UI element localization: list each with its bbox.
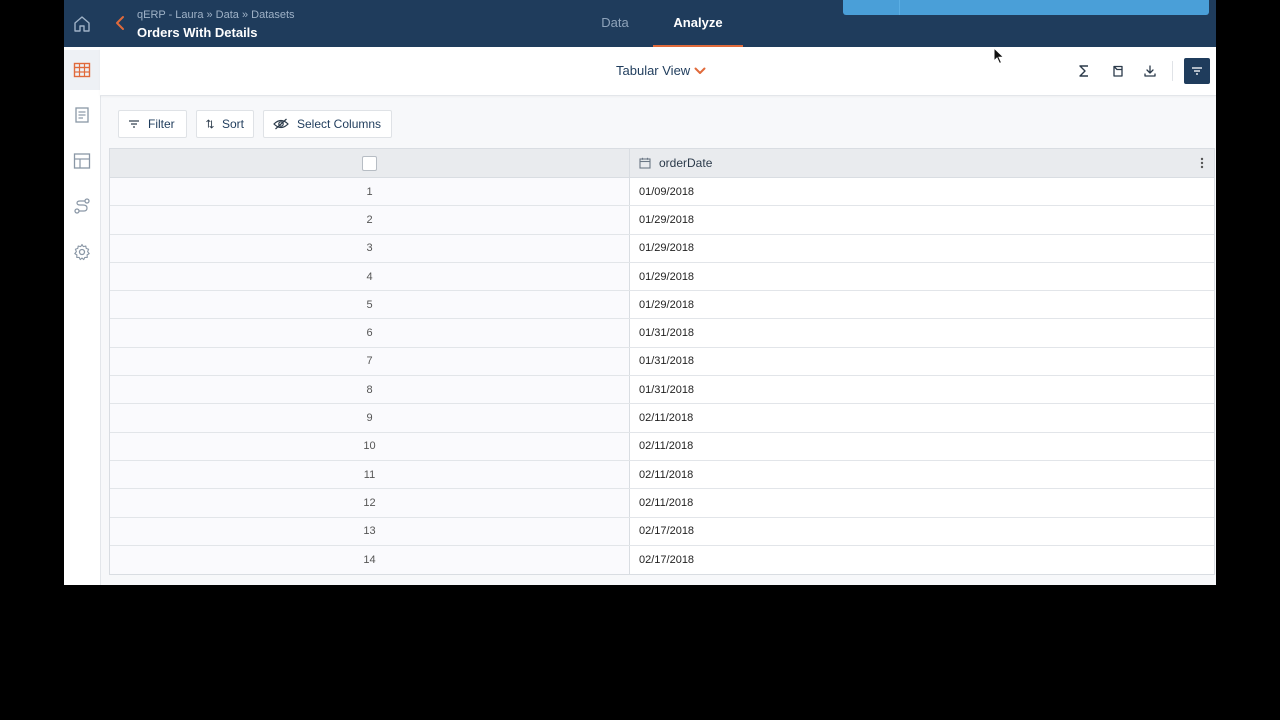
eye-off-icon — [273, 118, 289, 130]
select-columns-label: Select Columns — [297, 117, 382, 131]
row-number: 11 — [110, 460, 630, 489]
row-number: 13 — [110, 517, 630, 545]
document-icon — [75, 107, 89, 123]
row-number: 2 — [110, 206, 630, 234]
select-columns-button[interactable]: Select Columns — [263, 110, 392, 138]
order-date-cell[interactable]: 01/09/2018 — [639, 178, 694, 205]
table-row[interactable]: 6 01/31/2018 — [110, 319, 1214, 348]
row-number: 12 — [110, 489, 630, 517]
rail-item-settings[interactable] — [64, 232, 100, 272]
table-row[interactable]: 13 02/17/2018 — [110, 517, 1214, 546]
filter-panel-button[interactable] — [1184, 58, 1210, 84]
order-date-cell[interactable]: 02/11/2018 — [639, 461, 693, 488]
mouse-cursor-icon — [993, 47, 1005, 65]
app-window: qERP - Laura » Data » Datasets Orders Wi… — [64, 0, 1216, 585]
column-menu-button[interactable] — [1196, 155, 1208, 171]
table-row[interactable]: 12 02/11/2018 — [110, 489, 1214, 518]
sort-button-label: Sort — [221, 117, 244, 131]
table-row[interactable]: 5 01/29/2018 — [110, 291, 1214, 320]
download-icon — [1144, 65, 1156, 77]
order-date-cell[interactable]: 02/11/2018 — [639, 433, 693, 460]
filter-panel-icon — [1192, 67, 1202, 75]
order-date-cell[interactable]: 01/29/2018 — [639, 235, 694, 262]
table-row[interactable]: 14 02/17/2018 — [110, 545, 1214, 575]
table-row[interactable]: 1 01/09/2018 — [110, 178, 1214, 207]
order-date-cell[interactable]: 01/31/2018 — [639, 319, 694, 346]
row-number: 5 — [110, 291, 630, 319]
tab-data[interactable]: Data — [587, 0, 643, 47]
flow-icon — [74, 198, 90, 214]
order-date-cell[interactable]: 02/17/2018 — [639, 518, 694, 545]
view-selector-label: Tabular View — [616, 63, 691, 78]
table-row[interactable]: 10 02/11/2018 — [110, 432, 1214, 461]
table-row[interactable]: 3 01/29/2018 — [110, 234, 1214, 263]
order-date-cell[interactable]: 02/11/2018 — [639, 404, 693, 431]
sort-button[interactable]: Sort — [196, 110, 254, 138]
row-number: 9 — [110, 404, 630, 432]
sigma-icon — [1079, 65, 1088, 77]
rail-item-flow[interactable] — [64, 186, 100, 226]
filter-icon — [129, 120, 139, 128]
row-number: 1 — [110, 178, 630, 206]
sort-icon — [206, 119, 214, 129]
order-date-cell[interactable]: 01/29/2018 — [639, 291, 694, 318]
breadcrumb[interactable]: qERP - Laura » Data » Datasets — [137, 9, 295, 21]
view-header: Tabular View — [100, 47, 1216, 96]
row-number: 14 — [110, 545, 630, 575]
table-icon — [73, 62, 91, 78]
dataset-title: Orders With Details — [137, 25, 258, 40]
order-date-cell[interactable]: 01/29/2018 — [639, 263, 694, 290]
table-row[interactable]: 4 01/29/2018 — [110, 262, 1214, 292]
filter-button[interactable]: Filter — [118, 110, 187, 138]
row-number: 8 — [110, 376, 630, 404]
rail-item-layout[interactable] — [64, 141, 100, 181]
home-button[interactable] — [64, 0, 100, 47]
table-row[interactable]: 2 01/29/2018 — [110, 206, 1214, 235]
back-button[interactable] — [112, 13, 128, 33]
row-number-header — [110, 149, 630, 177]
sum-button[interactable] — [1074, 61, 1094, 81]
row-number: 6 — [110, 319, 630, 347]
filter-button-label: Filter — [148, 117, 175, 131]
column-header-orderdate[interactable]: orderDate — [630, 149, 1214, 177]
save-view-button[interactable] — [1108, 61, 1128, 81]
table-row[interactable]: 9 02/11/2018 — [110, 404, 1214, 433]
home-icon — [74, 15, 90, 32]
chevron-down-icon — [694, 67, 706, 74]
order-date-cell[interactable]: 02/17/2018 — [639, 546, 694, 574]
gear-icon — [74, 243, 90, 261]
toolbar-divider — [1172, 61, 1173, 81]
bookmark-icon — [1113, 65, 1123, 77]
left-rail — [64, 0, 101, 585]
table-row[interactable]: 11 02/11/2018 — [110, 460, 1214, 490]
order-date-cell[interactable]: 01/31/2018 — [639, 376, 694, 403]
top-nav-bar: qERP - Laura » Data » Datasets Orders Wi… — [100, 0, 1216, 47]
order-date-cell[interactable]: 02/11/2018 — [639, 489, 693, 516]
column-header-label: orderDate — [659, 156, 713, 170]
order-date-cell[interactable]: 01/29/2018 — [639, 206, 694, 233]
table-row[interactable]: 8 01/31/2018 — [110, 376, 1214, 405]
row-number: 10 — [110, 432, 630, 460]
view-selector[interactable]: Tabular View — [616, 63, 706, 78]
order-date-cell[interactable]: 01/31/2018 — [639, 348, 694, 375]
rail-item-table[interactable] — [64, 50, 100, 90]
banner-divider — [899, 0, 900, 15]
chevron-left-icon — [116, 16, 124, 30]
kebab-menu-icon — [1200, 157, 1204, 169]
notification-banner[interactable] — [843, 0, 1209, 15]
tab-analyze[interactable]: Analyze — [653, 0, 743, 47]
layout-icon — [73, 153, 91, 169]
data-table: orderDate 1 01/09/2018 2 01/29/2018 3 01/29/2… — [109, 148, 1215, 576]
row-number: 7 — [110, 347, 630, 376]
download-button[interactable] — [1140, 61, 1160, 81]
table-header: orderDate — [110, 149, 1214, 178]
select-all-checkbox[interactable] — [362, 155, 377, 171]
table-body: 1 01/09/2018 2 01/29/2018 3 01/29/2018 4 01/29/… — [110, 178, 1214, 575]
table-row[interactable]: 7 01/31/2018 — [110, 347, 1214, 377]
row-number: 4 — [110, 262, 630, 291]
calendar-icon — [639, 157, 651, 169]
row-number: 3 — [110, 234, 630, 262]
rail-item-document[interactable] — [64, 95, 100, 135]
